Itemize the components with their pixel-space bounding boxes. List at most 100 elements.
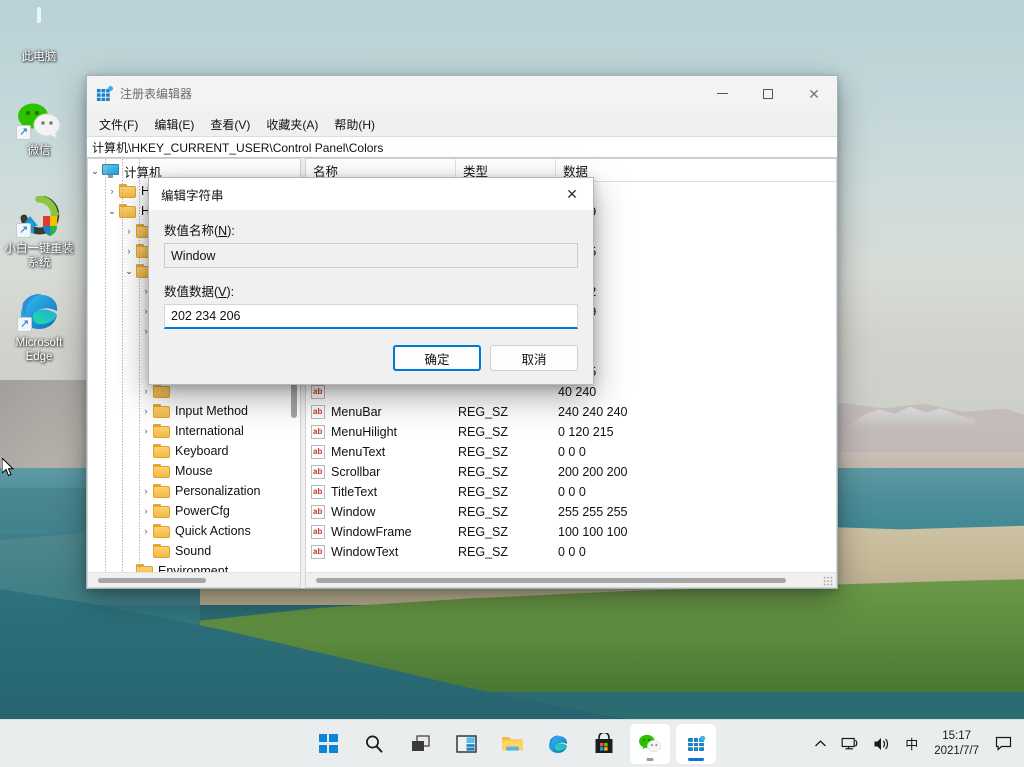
value-name-text: MenuHilight xyxy=(331,425,397,439)
chevron-down-icon[interactable]: ⌄ xyxy=(105,201,119,221)
clock[interactable]: 15:17 2021/7/7 xyxy=(926,724,987,764)
value-row[interactable]: MenuTextREG_SZ0 0 0 xyxy=(306,442,836,462)
chevron-right-icon[interactable]: › xyxy=(105,181,119,201)
chevron-right-icon[interactable]: › xyxy=(122,221,136,241)
regedit-button[interactable] xyxy=(676,724,716,764)
tree-horizontal-scroll-thumb[interactable] xyxy=(98,578,206,583)
value-type-cell: REG_SZ xyxy=(456,405,556,419)
tree-item[interactable]: ›Quick Actions xyxy=(88,521,300,541)
volume-button[interactable] xyxy=(867,724,897,764)
values-horizontal-scroll-thumb[interactable] xyxy=(316,578,786,583)
menu-file[interactable]: 文件(F) xyxy=(91,113,146,136)
tree-item[interactable]: ›Personalization xyxy=(88,481,300,501)
wechat-button[interactable] xyxy=(630,724,670,764)
tree-item-label: PowerCfg xyxy=(175,504,230,518)
value-type-cell: REG_SZ xyxy=(456,525,556,539)
value-name-cell: WindowFrame xyxy=(306,525,456,539)
menu-edit[interactable]: 编辑(E) xyxy=(146,113,202,136)
tree-item[interactable]: › Input Method xyxy=(88,401,300,421)
chevron-down-icon[interactable]: ⌄ xyxy=(88,161,102,181)
maximize-button[interactable] xyxy=(745,76,791,112)
value-row[interactable]: TitleTextREG_SZ0 0 0 xyxy=(306,482,836,502)
value-row[interactable]: WindowTextREG_SZ0 0 0 xyxy=(306,542,836,562)
dialog-title: 编辑字符串 xyxy=(149,185,551,204)
notification-button[interactable] xyxy=(989,724,1018,764)
tree-item[interactable]: Environment xyxy=(88,561,300,572)
chevron-right-icon[interactable]: › xyxy=(139,521,153,541)
tray-expand-button[interactable] xyxy=(808,724,833,764)
cancel-button[interactable]: 取消 xyxy=(490,345,578,371)
ime-indicator[interactable]: 中 xyxy=(899,724,924,764)
widgets-button[interactable] xyxy=(446,724,486,764)
tree-item[interactable]: Sound xyxy=(88,541,300,561)
value-data-cell: 05 219 xyxy=(556,305,836,319)
desktop-icon-edge[interactable]: ↗ Microsoft Edge xyxy=(0,290,78,364)
value-row[interactable]: WindowREG_SZ255 255 255 xyxy=(306,502,836,522)
tree-item[interactable]: Keyboard xyxy=(88,441,300,461)
close-button[interactable]: ✕ xyxy=(791,76,837,112)
tree-item[interactable]: ›International xyxy=(88,421,300,441)
value-name-cell: Scrollbar xyxy=(306,465,456,479)
dialog-close-button[interactable]: ✕ xyxy=(551,178,593,210)
chevron-down-icon[interactable]: ⌄ xyxy=(122,261,136,281)
store-button[interactable] xyxy=(584,724,624,764)
search-button[interactable] xyxy=(354,724,394,764)
value-data-cell: 204 xyxy=(556,265,836,279)
minimize-button[interactable] xyxy=(699,76,745,112)
menubar: 文件(F) 编辑(E) 查看(V) 收藏夹(A) 帮助(H) xyxy=(87,112,837,136)
task-view-button[interactable] xyxy=(400,724,440,764)
value-data-label: 数值数据(V): xyxy=(164,281,578,300)
value-row[interactable]: MenuBarREG_SZ240 240 240 xyxy=(306,402,836,422)
active-indicator xyxy=(688,758,704,761)
tree-item[interactable]: Mouse xyxy=(88,461,300,481)
start-button[interactable] xyxy=(308,724,348,764)
address-path: 计算机\HKEY_CURRENT_USER\Control Panel\Colo… xyxy=(92,139,383,156)
chevron-right-icon[interactable]: › xyxy=(139,421,153,441)
window-titlebar[interactable]: 注册表编辑器 ✕ xyxy=(87,76,837,112)
value-data-input[interactable] xyxy=(164,304,578,329)
desktop-icon-this-pc[interactable]: 此电脑 xyxy=(0,8,78,64)
tree-item[interactable]: › PowerCfg xyxy=(88,501,300,521)
value-data-accesskey: V xyxy=(218,285,226,299)
values-horizontal-scrollbar[interactable] xyxy=(306,572,836,587)
dialog-buttons: 确定 取消 xyxy=(149,331,593,384)
edge-button[interactable] xyxy=(538,724,578,764)
desktop-icon-xiaobai[interactable]: ↗ 小白一键重装 系统 xyxy=(0,196,78,270)
system-tray: 中 15:17 2021/7/7 xyxy=(808,720,1024,767)
value-row[interactable]: 40 240 xyxy=(306,382,836,402)
network-button[interactable] xyxy=(835,724,865,764)
ok-button[interactable]: 确定 xyxy=(393,345,481,371)
column-header-data[interactable]: 数据 xyxy=(556,159,836,181)
chevron-right-icon[interactable]: › xyxy=(122,241,136,261)
shortcut-arrow-icon: ↗ xyxy=(17,317,32,332)
window-controls: ✕ xyxy=(699,76,837,112)
menu-view[interactable]: 查看(V) xyxy=(202,113,258,136)
chevron-right-icon[interactable]: › xyxy=(139,481,153,501)
value-row[interactable]: MenuHilightREG_SZ0 120 215 xyxy=(306,422,836,442)
desktop-icon-wechat[interactable]: ↗ 微信 xyxy=(0,100,78,158)
chevron-right-icon[interactable]: › xyxy=(139,501,153,521)
edit-string-dialog[interactable]: 编辑字符串 ✕ 数值名称(N): 数值数据(V): 确定 取消 xyxy=(148,177,594,385)
value-name-input[interactable] xyxy=(164,243,578,268)
dialog-titlebar[interactable]: 编辑字符串 ✕ xyxy=(149,178,593,210)
value-data-cell: 55 225 xyxy=(556,365,836,379)
tree-item-label: Input Method xyxy=(175,404,248,418)
chevron-right-icon[interactable]: › xyxy=(139,401,153,421)
address-bar[interactable]: 计算机\HKEY_CURRENT_USER\Control Panel\Colo… xyxy=(87,136,837,158)
ab-string-icon xyxy=(311,445,325,459)
resize-grip[interactable] xyxy=(823,576,833,586)
desktop-icon-label: Microsoft xyxy=(0,336,78,350)
tree-horizontal-scrollbar[interactable] xyxy=(88,572,300,587)
taskbar[interactable]: 中 15:17 2021/7/7 xyxy=(0,719,1024,767)
clock-time: 15:17 xyxy=(942,729,971,744)
tree-guide-line xyxy=(139,159,140,572)
value-row[interactable]: ScrollbarREG_SZ200 200 200 xyxy=(306,462,836,482)
desktop-icon-label: 此电脑 xyxy=(0,50,78,64)
value-type-cell: REG_SZ xyxy=(456,545,556,559)
file-explorer-button[interactable] xyxy=(492,724,532,764)
mouse-cursor xyxy=(2,458,14,477)
menu-favorites[interactable]: 收藏夹(A) xyxy=(258,113,326,136)
value-row[interactable]: WindowFrameREG_SZ100 100 100 xyxy=(306,522,836,542)
menu-help[interactable]: 帮助(H) xyxy=(326,113,383,136)
tree-guide-line xyxy=(122,159,123,572)
